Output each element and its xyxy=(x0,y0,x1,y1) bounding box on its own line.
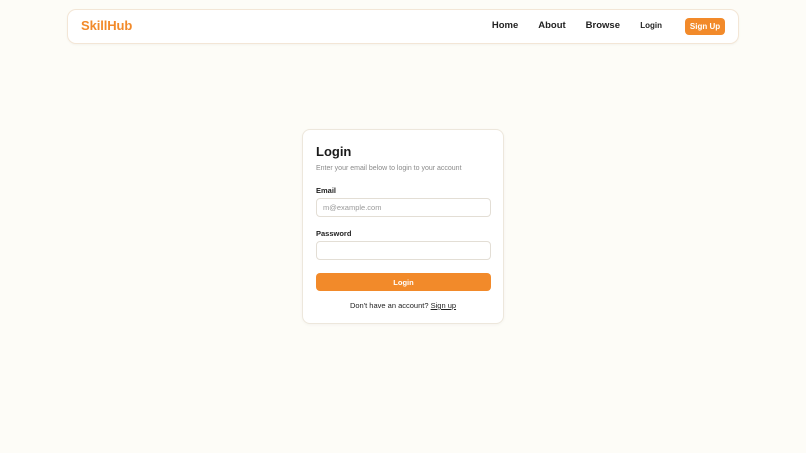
password-field[interactable] xyxy=(316,241,491,260)
nav-link-home[interactable]: Home xyxy=(492,20,518,31)
password-label: Password xyxy=(316,229,352,238)
brand-logo[interactable]: SkillHub xyxy=(81,18,132,33)
email-field[interactable] xyxy=(316,198,491,217)
nav-signup-button[interactable]: Sign Up xyxy=(685,18,725,35)
signup-link[interactable]: Sign up xyxy=(431,301,456,310)
login-description: Enter your email below to login to your … xyxy=(316,165,462,172)
email-label: Email xyxy=(316,186,337,195)
top-navbar: SkillHub Home About Browse Login Sign Up xyxy=(67,9,739,44)
login-card: Login Enter your email below to login to… xyxy=(302,129,504,324)
signup-prompt-text: Don't have an account? xyxy=(349,301,431,310)
login-button[interactable]: Login xyxy=(316,273,491,291)
nav-login-link[interactable]: Login xyxy=(640,21,662,30)
login-title: Login xyxy=(316,144,352,159)
signup-prompt-row: Don't have an account? Sign up xyxy=(303,301,503,310)
nav-links: Home About Browse xyxy=(492,20,620,31)
nav-link-about[interactable]: About xyxy=(538,20,565,31)
nav-link-browse[interactable]: Browse xyxy=(586,20,620,31)
